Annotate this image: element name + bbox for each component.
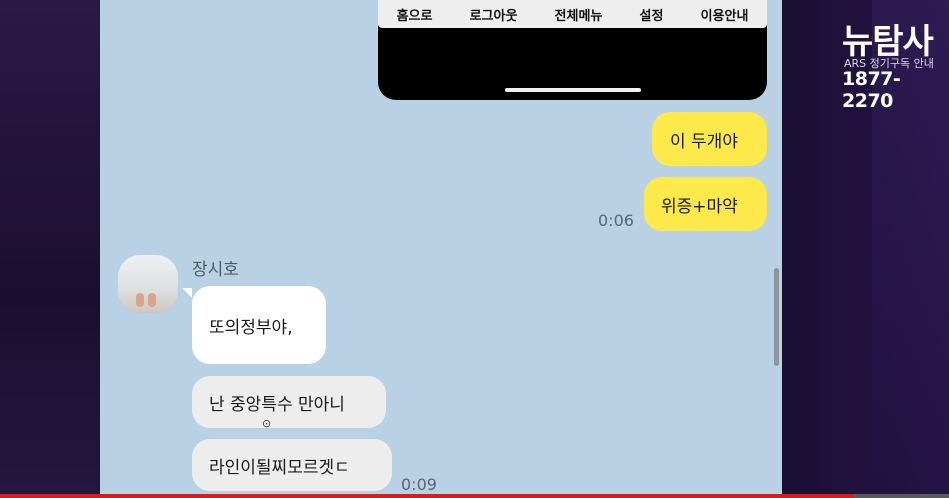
their-message-text-1: 또의정부야, <box>209 317 293 338</box>
contact-name: 장시호 <box>192 260 239 280</box>
video-left-border <box>0 0 100 498</box>
video-progress-fill <box>0 494 855 498</box>
their-message-bubble-2[interactable]: 난 중앙특수 만아니 <box>192 376 386 428</box>
chat-scrollbar[interactable] <box>774 268 779 366</box>
their-message-bubble-3[interactable]: 라인이될찌모르겟ㄷ <box>192 439 392 491</box>
mouse-cursor-icon: ⊙ <box>262 417 272 430</box>
my-message-bubble-1[interactable]: 이 두개야 <box>652 112 767 166</box>
bubble-tail <box>182 288 192 298</box>
chat-screen: 홈으로 로그아웃 전체메뉴 설정 이용안내 이 두개야 위증+마약 0:06 장… <box>100 0 782 498</box>
my-message-text-2: 위증+마약 <box>661 196 738 217</box>
embedded-phone-screenshot: 홈으로 로그아웃 전체메뉴 설정 이용안내 <box>378 0 767 100</box>
phone-home-indicator <box>505 88 641 92</box>
my-message-text-1: 이 두개야 <box>670 131 738 152</box>
phone-bottom-nav: 홈으로 로그아웃 전체메뉴 설정 이용안내 <box>378 0 767 28</box>
nav-logout[interactable]: 로그아웃 <box>470 5 518 24</box>
their-message-text-2: 난 중앙특수 만아니 <box>209 394 345 415</box>
nav-guide[interactable]: 이용안내 <box>701 5 749 24</box>
their-message-timestamp: 0:09 <box>401 475 437 494</box>
nav-home[interactable]: 홈으로 <box>397 5 433 24</box>
their-message-text-3: 라인이될찌모르겟ㄷ <box>209 457 350 478</box>
my-message-timestamp: 0:06 <box>598 211 634 230</box>
contact-avatar[interactable] <box>118 255 178 313</box>
their-message-bubble-1[interactable]: 또의정부야, <box>192 286 326 364</box>
video-progress-bar[interactable] <box>0 494 949 498</box>
channel-phone-number: 1877-2270 <box>842 68 901 112</box>
my-message-bubble-2[interactable]: 위증+마약 <box>644 177 767 231</box>
nav-all-menu[interactable]: 전체메뉴 <box>555 5 603 24</box>
nav-settings[interactable]: 설정 <box>640 5 664 24</box>
